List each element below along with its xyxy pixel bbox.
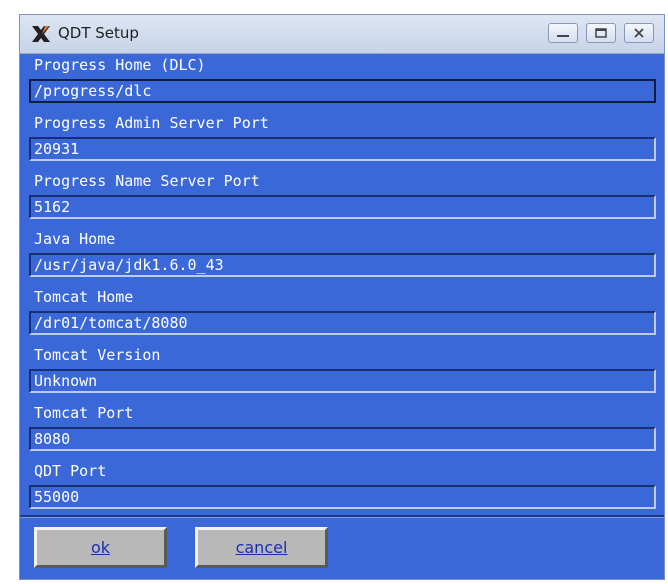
title-bar[interactable]: QDT Setup <box>20 15 664 54</box>
ok-button[interactable]: ok <box>34 527 167 568</box>
progress-home-input[interactable] <box>29 79 656 103</box>
qdt-port-input[interactable] <box>29 485 656 509</box>
name-server-port-input[interactable] <box>29 195 656 219</box>
minimize-icon <box>557 35 569 37</box>
tomcat-port-input[interactable] <box>29 427 656 451</box>
close-button[interactable] <box>624 23 654 43</box>
window-title: QDT Setup <box>58 24 139 42</box>
minimize-button[interactable] <box>548 23 578 43</box>
close-icon <box>634 28 644 38</box>
label-name-server-port: Progress Name Server Port <box>34 172 260 190</box>
x-logo-icon <box>30 23 52 45</box>
button-separator <box>20 515 664 518</box>
label-tomcat-home: Tomcat Home <box>34 288 134 306</box>
admin-server-port-input[interactable] <box>29 137 656 161</box>
tomcat-version-input[interactable] <box>29 369 656 393</box>
label-qdt-port: QDT Port <box>34 462 107 480</box>
maximize-button[interactable] <box>586 23 616 43</box>
label-tomcat-version: Tomcat Version <box>34 346 161 364</box>
label-java-home: Java Home <box>34 230 116 248</box>
label-tomcat-port: Tomcat Port <box>34 404 134 422</box>
cancel-button[interactable]: cancel <box>195 527 328 568</box>
label-admin-server-port: Progress Admin Server Port <box>34 114 269 132</box>
label-progress-home: Progress Home (DLC) <box>34 56 206 74</box>
qdt-setup-window: QDT Setup Progress Home (DLC) Progress A… <box>19 14 665 580</box>
maximize-icon <box>595 28 607 38</box>
tomcat-home-input[interactable] <box>29 311 656 335</box>
java-home-input[interactable] <box>29 253 656 277</box>
